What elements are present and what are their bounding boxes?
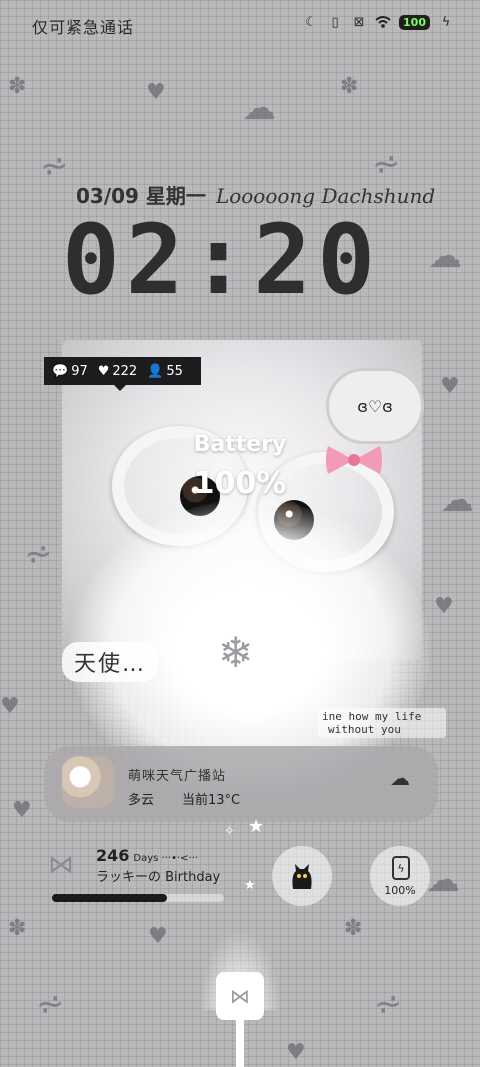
- cloud-icon: ☁: [426, 860, 460, 900]
- heart-icon: ♥: [148, 924, 168, 949]
- cloud-icon: ☁: [428, 236, 462, 276]
- followers-count: 55: [166, 363, 183, 379]
- battery-title: Battery: [193, 432, 287, 457]
- heart-icon: ♥: [97, 363, 110, 379]
- birthday-progress-bar: [52, 894, 224, 902]
- quote-line-2: without you: [328, 723, 401, 736]
- heart-icon: ♥: [434, 594, 454, 619]
- weather-condition: 多云: [128, 793, 155, 808]
- cloud-icon: ☁: [390, 766, 410, 790]
- status-icons: ☾ ▯ ⊠ 100 ϟ: [303, 14, 454, 30]
- weather-kitten-avatar: [62, 756, 114, 808]
- angel-label: 天使…: [62, 642, 159, 682]
- weather-temperature: 当前13°C: [182, 793, 241, 808]
- bow-icon: ⋈: [48, 850, 74, 880]
- heart-icon: ♥: [12, 798, 32, 823]
- days-number: 246: [96, 846, 130, 865]
- birthday-progress-fill: [52, 894, 168, 902]
- quote-line-1: ine how my life: [322, 710, 422, 723]
- ladder-icon: ⩫: [40, 146, 69, 186]
- likes-count: 222: [112, 363, 138, 379]
- battery-level-badge: 100: [399, 14, 430, 30]
- no-sim-icon: ⊠: [353, 14, 365, 30]
- cloud-icon: ☁: [242, 88, 276, 128]
- paw-icon: ✽: [8, 74, 27, 99]
- sparkle-icon: ✧: [224, 824, 235, 839]
- ladder-icon: ⩫: [24, 534, 53, 574]
- social-stats-bubble: 💬 97 ♥ 222 👤 55: [44, 357, 201, 391]
- vibrate-icon: ▯: [331, 14, 339, 30]
- days-label: Days ···•·<···: [133, 853, 199, 864]
- comments-count: 97: [71, 363, 88, 379]
- heart-icon: ♥: [146, 80, 166, 105]
- paw-icon: ✽: [344, 916, 363, 941]
- emergency-calls-only-text: 仅可紧急通话: [32, 18, 135, 37]
- battery-bolt-icon: ϟ: [392, 856, 410, 880]
- sparkle-star-icon: ★: [248, 816, 265, 837]
- heart-icon: ♥: [440, 374, 460, 399]
- charger-plug-icon: ⋈: [216, 972, 264, 1020]
- heart-icon: ♥: [0, 694, 20, 719]
- ladder-icon: ⩫: [374, 984, 403, 1024]
- ladder-icon: ⩫: [36, 984, 65, 1024]
- days-counter: 246 Days ···•·<···: [96, 846, 198, 865]
- birthday-label: ラッキーの Birthday: [96, 870, 221, 885]
- ladder-icon: ⩫: [372, 144, 401, 184]
- weather-station-name: 萌咪天气广播站: [128, 769, 227, 784]
- person-icon: 👤: [147, 363, 164, 379]
- paw-icon: ✽: [8, 916, 27, 941]
- black-cat-widget[interactable]: [272, 846, 332, 906]
- sparkle-star-icon: ★: [244, 878, 256, 893]
- charger-cable: [236, 1020, 244, 1067]
- wifi-icon: [375, 14, 391, 30]
- black-cat-icon: [292, 864, 312, 889]
- quote-text: ine how my life without you: [318, 708, 446, 738]
- heart-icon: ♥: [286, 1040, 306, 1065]
- battery-widget-label: 100%: [384, 884, 416, 897]
- comment-icon: 💬: [52, 363, 69, 379]
- paw-icon: ✽: [340, 74, 359, 99]
- battery-percentage: 100%: [193, 466, 287, 501]
- snowflake-icon: ❄: [218, 628, 254, 677]
- lock-clock: 02:20: [62, 204, 381, 316]
- moon-icon: ☾: [305, 14, 317, 30]
- charging-bolt-icon: ϟ: [441, 14, 451, 30]
